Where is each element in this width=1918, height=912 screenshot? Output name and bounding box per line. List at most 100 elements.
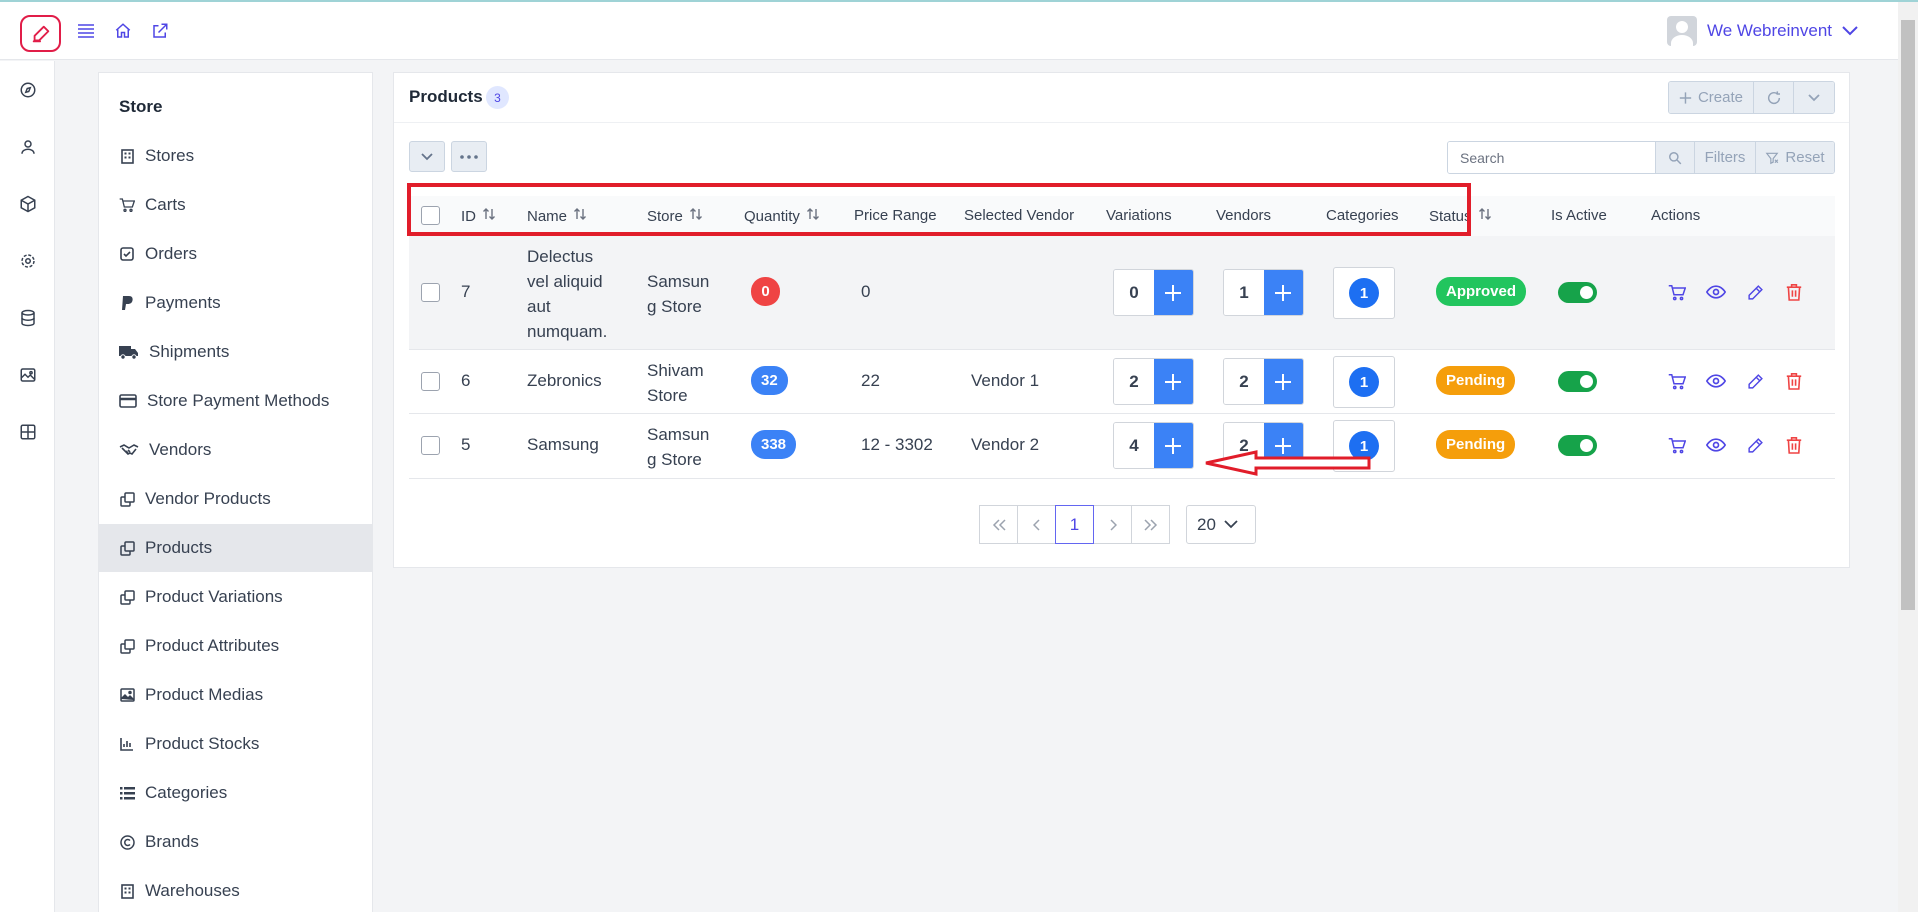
app-logo[interactable] <box>20 15 61 52</box>
menu-item-label: Store Payment Methods <box>147 391 330 410</box>
quantity-badge: 338 <box>751 430 797 459</box>
delete-icon[interactable] <box>1784 435 1804 455</box>
more-actions-dropdown[interactable] <box>1794 82 1834 113</box>
top-bar: We Webreinvent <box>0 2 1898 60</box>
cell-store: Samsung Store <box>647 425 710 469</box>
cart-icon[interactable] <box>1667 282 1687 302</box>
edit-icon[interactable] <box>1745 282 1765 302</box>
add-variation-button[interactable] <box>1153 359 1193 404</box>
filters-label: Filters <box>1704 149 1746 166</box>
prev-page-button[interactable] <box>1017 505 1056 544</box>
menu-item-vendors[interactable]: Vendors <box>99 426 372 474</box>
user-icon[interactable] <box>17 136 39 158</box>
search-bar: Filters Reset <box>1447 141 1835 174</box>
last-page-button[interactable] <box>1131 505 1170 544</box>
is-active-toggle[interactable] <box>1558 371 1597 392</box>
is-active-toggle[interactable] <box>1558 282 1597 303</box>
bulk-select-dropdown[interactable] <box>409 141 445 172</box>
cart-icon[interactable] <box>1667 371 1687 391</box>
menu-item-stores[interactable]: Stores <box>99 132 372 180</box>
cell-price-range: 12 - 3302 <box>861 435 933 454</box>
categories-count: 1 <box>1349 278 1379 308</box>
menu-item-store-payment-methods[interactable]: Store Payment Methods <box>99 377 372 425</box>
menu-item-carts[interactable]: Carts <box>99 181 372 229</box>
add-variation-button[interactable] <box>1153 423 1193 468</box>
cell-name: Delectus vel aliquid aut numquam. <box>527 247 608 341</box>
menu-item-product-medias[interactable]: Product Medias <box>99 671 372 719</box>
list-icon <box>119 785 135 801</box>
search-input[interactable] <box>1448 142 1655 173</box>
categories-button[interactable]: 1 <box>1333 356 1395 408</box>
paypal-icon <box>119 295 135 311</box>
create-label: Create <box>1697 89 1743 106</box>
plus-icon <box>1679 91 1692 104</box>
cell-selected-vendor: Vendor 1 <box>971 371 1040 390</box>
edit-icon[interactable] <box>1745 371 1765 391</box>
add-variation-button[interactable] <box>1153 270 1193 315</box>
double-chevron-right-icon <box>1143 518 1157 531</box>
row-checkbox[interactable] <box>421 436 440 455</box>
image-icon <box>119 687 135 703</box>
view-icon[interactable] <box>1706 435 1726 455</box>
menu-item-orders[interactable]: Orders <box>99 230 372 278</box>
cell-store: Samsung Store <box>647 272 710 316</box>
menu-item-product-attributes[interactable]: Product Attributes <box>99 622 372 670</box>
per-page-select[interactable]: 20 <box>1186 505 1256 544</box>
menu-item-label: Vendor Products <box>145 489 271 508</box>
building-icon <box>119 148 135 164</box>
menu-item-payments[interactable]: Payments <box>99 279 372 327</box>
bulk-actions-button[interactable] <box>451 141 487 172</box>
menu-item-label: Vendors <box>149 440 212 459</box>
gear-icon[interactable] <box>17 250 39 272</box>
menu-item-label: Products <box>145 538 213 557</box>
delete-icon[interactable] <box>1784 371 1804 391</box>
external-link-icon[interactable] <box>149 20 171 42</box>
row-checkbox[interactable] <box>421 372 440 391</box>
create-button[interactable]: Create <box>1669 82 1754 113</box>
first-page-button[interactable] <box>979 505 1018 544</box>
menu-item-label: Payments <box>145 293 221 312</box>
copy-icon <box>119 491 135 507</box>
copy-icon <box>119 638 135 654</box>
menu-item-warehouses[interactable]: Warehouses <box>99 867 372 912</box>
compass-icon[interactable] <box>17 79 39 101</box>
chevron-down-icon <box>1842 26 1858 36</box>
menu-item-categories[interactable]: Categories <box>99 769 372 817</box>
scrollbar-thumb[interactable] <box>1901 20 1915 610</box>
row-checkbox[interactable] <box>421 283 440 302</box>
edit-icon[interactable] <box>1745 435 1765 455</box>
table-row: 6 Zebronics Shivam Store 32 22 Vendor 1 … <box>409 350 1835 414</box>
plus-icon <box>1275 284 1292 301</box>
reset-button[interactable]: Reset <box>1755 142 1834 173</box>
menu-item-shipments[interactable]: Shipments <box>99 328 372 376</box>
menu-item-brands[interactable]: Brands <box>99 818 372 866</box>
menu-item-product-variations[interactable]: Product Variations <box>99 573 372 621</box>
is-active-toggle[interactable] <box>1558 435 1597 456</box>
menu-item-vendor-products[interactable]: Vendor Products <box>99 475 372 523</box>
menu-item-products[interactable]: Products <box>99 524 372 572</box>
database-icon[interactable] <box>17 307 39 329</box>
hamburger-icon[interactable] <box>75 20 97 42</box>
next-page-button[interactable] <box>1093 505 1132 544</box>
reload-button[interactable] <box>1754 82 1794 113</box>
page-button-current[interactable]: 1 <box>1055 505 1094 544</box>
filters-button[interactable]: Filters <box>1694 142 1755 173</box>
delete-icon[interactable] <box>1784 282 1804 302</box>
store-menu: Store Stores Carts Orders Payments Shipm… <box>98 72 373 912</box>
add-vendor-button[interactable] <box>1263 270 1303 315</box>
user-menu[interactable]: We Webreinvent <box>1666 16 1858 46</box>
grid-icon[interactable] <box>17 421 39 443</box>
view-icon[interactable] <box>1706 371 1726 391</box>
view-icon[interactable] <box>1706 282 1726 302</box>
cube-icon[interactable] <box>17 193 39 215</box>
search-button[interactable] <box>1655 142 1694 173</box>
reset-label: Reset <box>1785 149 1825 166</box>
menu-item-product-stocks[interactable]: Product Stocks <box>99 720 372 768</box>
column-header-is-active: Is Active <box>1551 207 1607 224</box>
chevron-right-icon <box>1109 518 1117 531</box>
add-vendor-button[interactable] <box>1263 359 1303 404</box>
images-icon[interactable] <box>17 364 39 386</box>
cart-icon[interactable] <box>1667 435 1687 455</box>
home-icon[interactable] <box>112 20 134 42</box>
categories-button[interactable]: 1 <box>1333 267 1395 319</box>
